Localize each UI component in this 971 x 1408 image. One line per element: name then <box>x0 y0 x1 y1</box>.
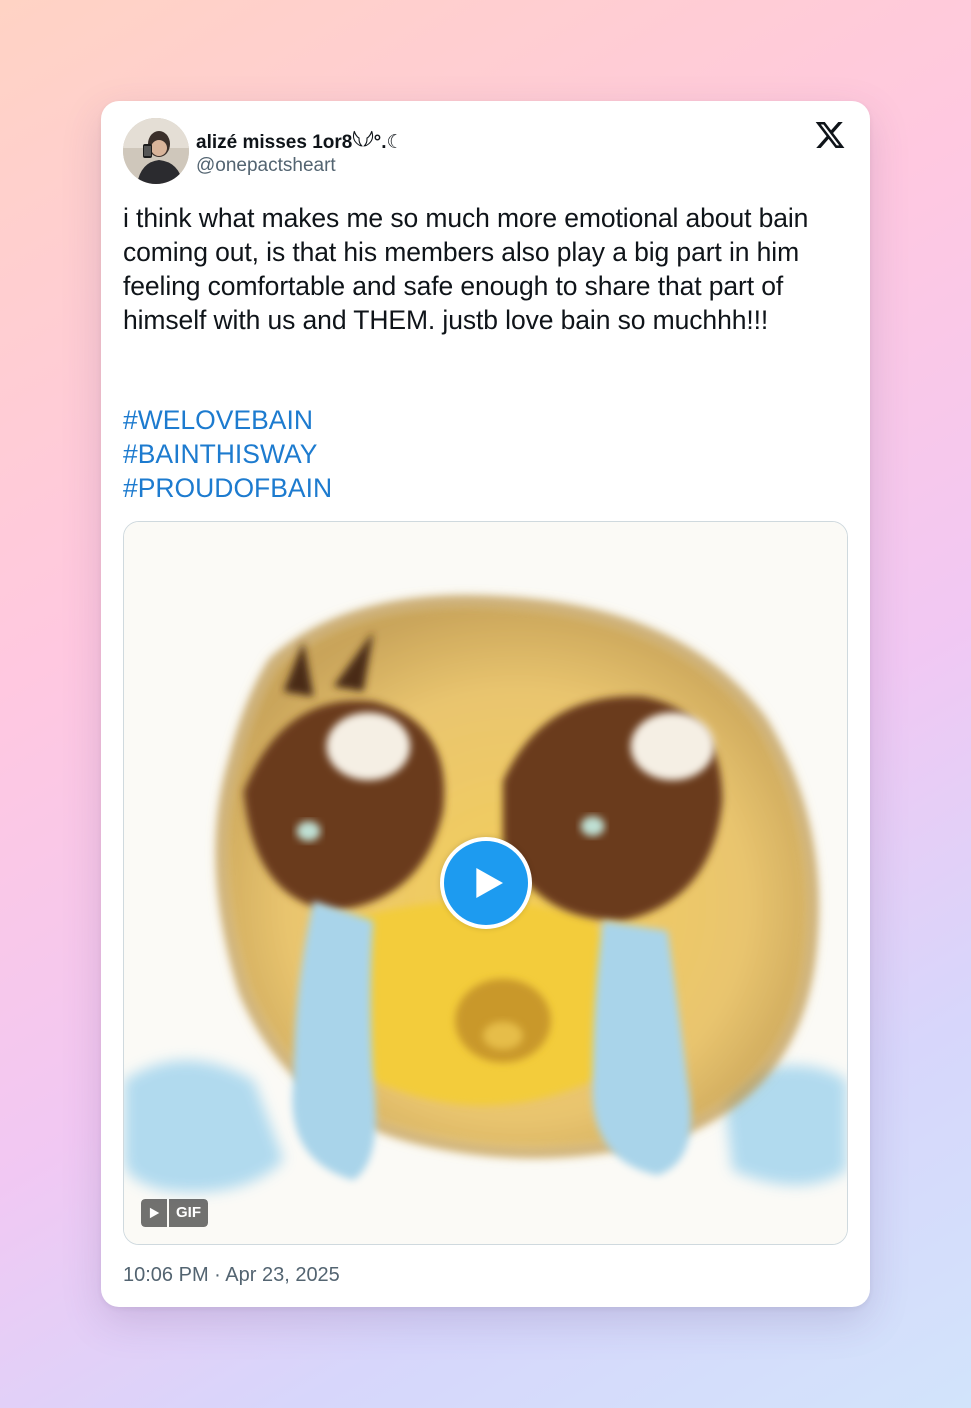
hashtag-list: #WELOVEBAIN #BAINTHISWAY #PROUDOFBAIN <box>123 403 332 505</box>
play-mini-icon <box>141 1199 167 1227</box>
display-name[interactable]: alizé misses 1or8𓆩𓆪°.☾ <box>196 124 404 155</box>
tweet-timestamp[interactable]: 10:06 PM · Apr 23, 2025 <box>123 1264 340 1287</box>
gif-badge: GIF <box>141 1199 208 1227</box>
gif-media[interactable]: GIF <box>123 521 848 1245</box>
gif-label: GIF <box>169 1199 208 1227</box>
tweet-text: i think what makes me so much more emoti… <box>123 201 848 337</box>
user-handle[interactable]: @onepactsheart <box>196 155 336 177</box>
hashtag-link[interactable]: #WELOVEBAIN <box>123 403 332 437</box>
avatar-photo <box>123 118 189 184</box>
hashtag-link[interactable]: #PROUDOFBAIN <box>123 471 332 505</box>
x-logo-icon[interactable] <box>814 119 846 151</box>
tweet-card: alizé misses 1or8𓆩𓆪°.☾ @onepactsheart i … <box>101 101 870 1307</box>
tweet-body: i think what makes me so much more emoti… <box>123 203 809 335</box>
avatar[interactable] <box>123 118 189 184</box>
play-icon <box>476 868 503 898</box>
play-button[interactable] <box>440 837 532 929</box>
hashtag-link[interactable]: #BAINTHISWAY <box>123 437 332 471</box>
